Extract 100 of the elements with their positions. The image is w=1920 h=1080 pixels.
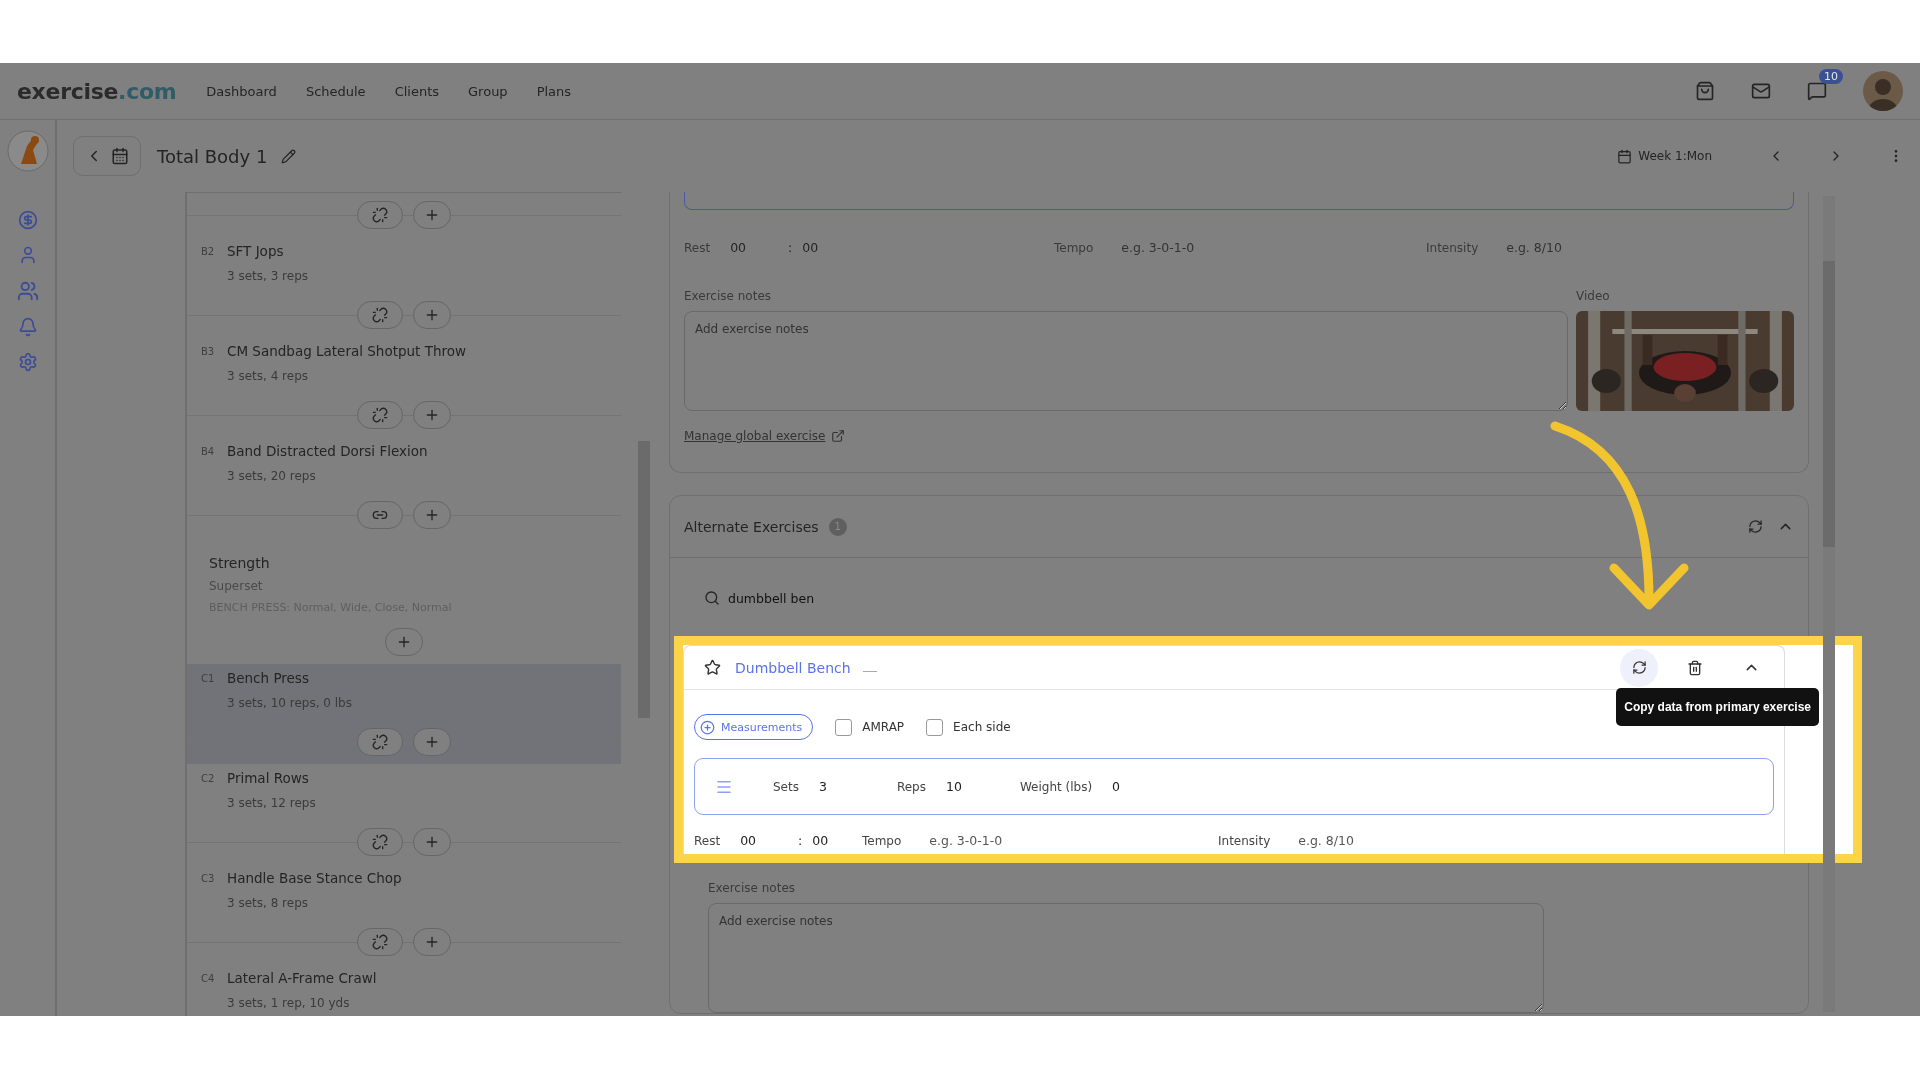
unlink-icon [372, 934, 388, 950]
manage-exercise-link[interactable]: Manage global exercise [684, 429, 846, 443]
add-button[interactable] [385, 628, 423, 656]
add-button[interactable] [413, 301, 451, 329]
tempo-field[interactable]: e.g. 3-0-1-0 [929, 833, 1003, 848]
external-link-icon [831, 429, 846, 443]
intensity-field[interactable]: e.g. 8/10 [1506, 240, 1562, 255]
exercise-summary: 3 sets, 8 reps [227, 896, 310, 910]
measurements-button[interactable]: Measurements [694, 714, 814, 740]
field-value[interactable]: 3 [818, 779, 827, 794]
notes-field[interactable]: Add exercise notes [684, 311, 1568, 411]
plus-icon [424, 934, 440, 950]
section-title: Alternate Exercises [684, 518, 819, 535]
link-toggle-button[interactable] [357, 728, 403, 756]
scrollbar[interactable] [1823, 196, 1835, 1012]
add-button[interactable] [413, 501, 451, 529]
checkbox[interactable]: Each side [926, 718, 1011, 736]
exercise-item[interactable]: B3 CM Sandbag Lateral Shotput Throw 3 sets, 4 reps [187, 337, 621, 393]
exercise-item[interactable]: C2 Primal Rows 3 sets, 12 reps [187, 764, 621, 820]
exercise-label: C4 [201, 972, 216, 986]
add-button[interactable] [413, 828, 451, 856]
link-toggle-button[interactable] [357, 201, 403, 229]
favorite-button[interactable] [704, 659, 721, 676]
star-icon [704, 659, 721, 676]
refresh-button[interactable] [1748, 518, 1763, 535]
field-value[interactable]: 0 [1112, 779, 1121, 794]
link-toggle-button[interactable] [357, 501, 403, 529]
copy-data-button[interactable] [1620, 648, 1658, 687]
messages-button[interactable] [1807, 81, 1827, 101]
link-toggle-button[interactable] [357, 301, 403, 329]
time-separator: : [788, 240, 793, 255]
exercise-item[interactable]: B4 Band Distracted Dorsi Flexion 3 sets, 20 reps [187, 437, 621, 493]
edit-button[interactable] [281, 148, 297, 164]
link-toggle-button[interactable] [357, 928, 403, 956]
tooltip: Copy data from primary exercise [1616, 688, 1819, 726]
nav-link[interactable]: Clients [394, 83, 440, 99]
mail-button[interactable] [1751, 81, 1771, 101]
mail-icon [1751, 81, 1771, 101]
groups-button[interactable] [16, 280, 39, 302]
search-field[interactable]: dumbbell ben [684, 590, 1084, 606]
exercise-name: SFT Jops [227, 243, 285, 259]
exercise-item[interactable]: C4 Lateral A-Frame Crawl 3 sets, 1 rep, 10 yds [187, 964, 621, 1016]
exercise-summary: 3 sets, 20 reps [227, 469, 317, 483]
logo[interactable]: exercise.com [17, 78, 177, 104]
group-title: Strength [209, 555, 271, 571]
rest-minutes-field[interactable]: 00 [740, 833, 757, 848]
settings-button[interactable] [17, 352, 38, 372]
tempo-field[interactable]: e.g. 3-0-1-0 [1121, 240, 1195, 255]
plus-icon [424, 734, 440, 750]
link-toggle-button[interactable] [357, 828, 403, 856]
plus-icon [424, 507, 440, 523]
exercise-name: Band Distracted Dorsi Flexion [227, 443, 429, 459]
alternate-exercise-link[interactable]: Dumbbell Bench [735, 659, 851, 676]
rest-seconds-field[interactable]: 00 [802, 240, 819, 255]
unlink-icon [372, 207, 388, 223]
checkbox[interactable]: AMRAP [835, 718, 905, 736]
notes-field[interactable]: Add exercise notes [708, 903, 1544, 1013]
field-label: Weight (lbs) [1019, 779, 1093, 794]
tempo-label: Tempo [1054, 240, 1094, 255]
exercise-name: Handle Base Stance Chop [227, 870, 403, 886]
bell-icon [17, 317, 38, 337]
rest-seconds-field[interactable]: 00 [812, 833, 829, 848]
link-toggle-button[interactable] [357, 401, 403, 429]
exercise-item[interactable]: B2 SFT Jops 3 sets, 3 reps [187, 237, 621, 293]
intensity-field[interactable]: e.g. 8/10 [1298, 833, 1354, 848]
users-icon [16, 280, 39, 302]
rest-label: Rest [694, 833, 721, 848]
rest-minutes-field[interactable]: 00 [730, 240, 747, 255]
exercise-name: Lateral A-Frame Crawl [227, 970, 378, 986]
exercise-label: C1 [201, 672, 216, 686]
add-circle-icon [700, 719, 715, 735]
nav-link[interactable]: Group [468, 83, 508, 99]
exercise-item[interactable]: C3 Handle Base Stance Chop 3 sets, 8 reps [187, 864, 621, 920]
exercise-name: Bench Press [227, 670, 310, 686]
nav-link[interactable]: Plans [536, 83, 572, 99]
billing-button[interactable] [17, 210, 38, 230]
exercise-item[interactable]: C1 Bench Press 3 sets, 10 reps, 0 lbs [187, 664, 621, 720]
add-button[interactable] [413, 928, 451, 956]
rest-label: Rest [684, 240, 711, 255]
settings-icon [17, 352, 38, 372]
workout-title: Total Body 1 [157, 145, 268, 167]
plus-icon [424, 407, 440, 423]
add-button[interactable] [413, 401, 451, 429]
back-calendar-button[interactable] [73, 136, 141, 176]
add-button[interactable] [413, 728, 451, 756]
tempo-label: Tempo [862, 833, 902, 848]
nav-link[interactable]: Dashboard [206, 83, 277, 99]
logo-icon[interactable] [6, 130, 49, 172]
add-button[interactable] [413, 201, 451, 229]
trash-icon [1687, 659, 1703, 676]
notifications-button[interactable] [17, 317, 38, 337]
input-field[interactable] [684, 192, 1794, 210]
unlink-icon [372, 834, 388, 850]
nav-link[interactable]: Schedule [305, 83, 366, 99]
exercise-summary: 3 sets, 10 reps, 0 lbs [227, 696, 353, 710]
unlink-icon [372, 407, 388, 423]
user-avatar[interactable] [1863, 71, 1903, 111]
shop-button[interactable] [1695, 81, 1715, 101]
field-value[interactable]: 10 [946, 779, 962, 794]
week-selector[interactable]: Week 1:Mon [1611, 147, 1718, 165]
